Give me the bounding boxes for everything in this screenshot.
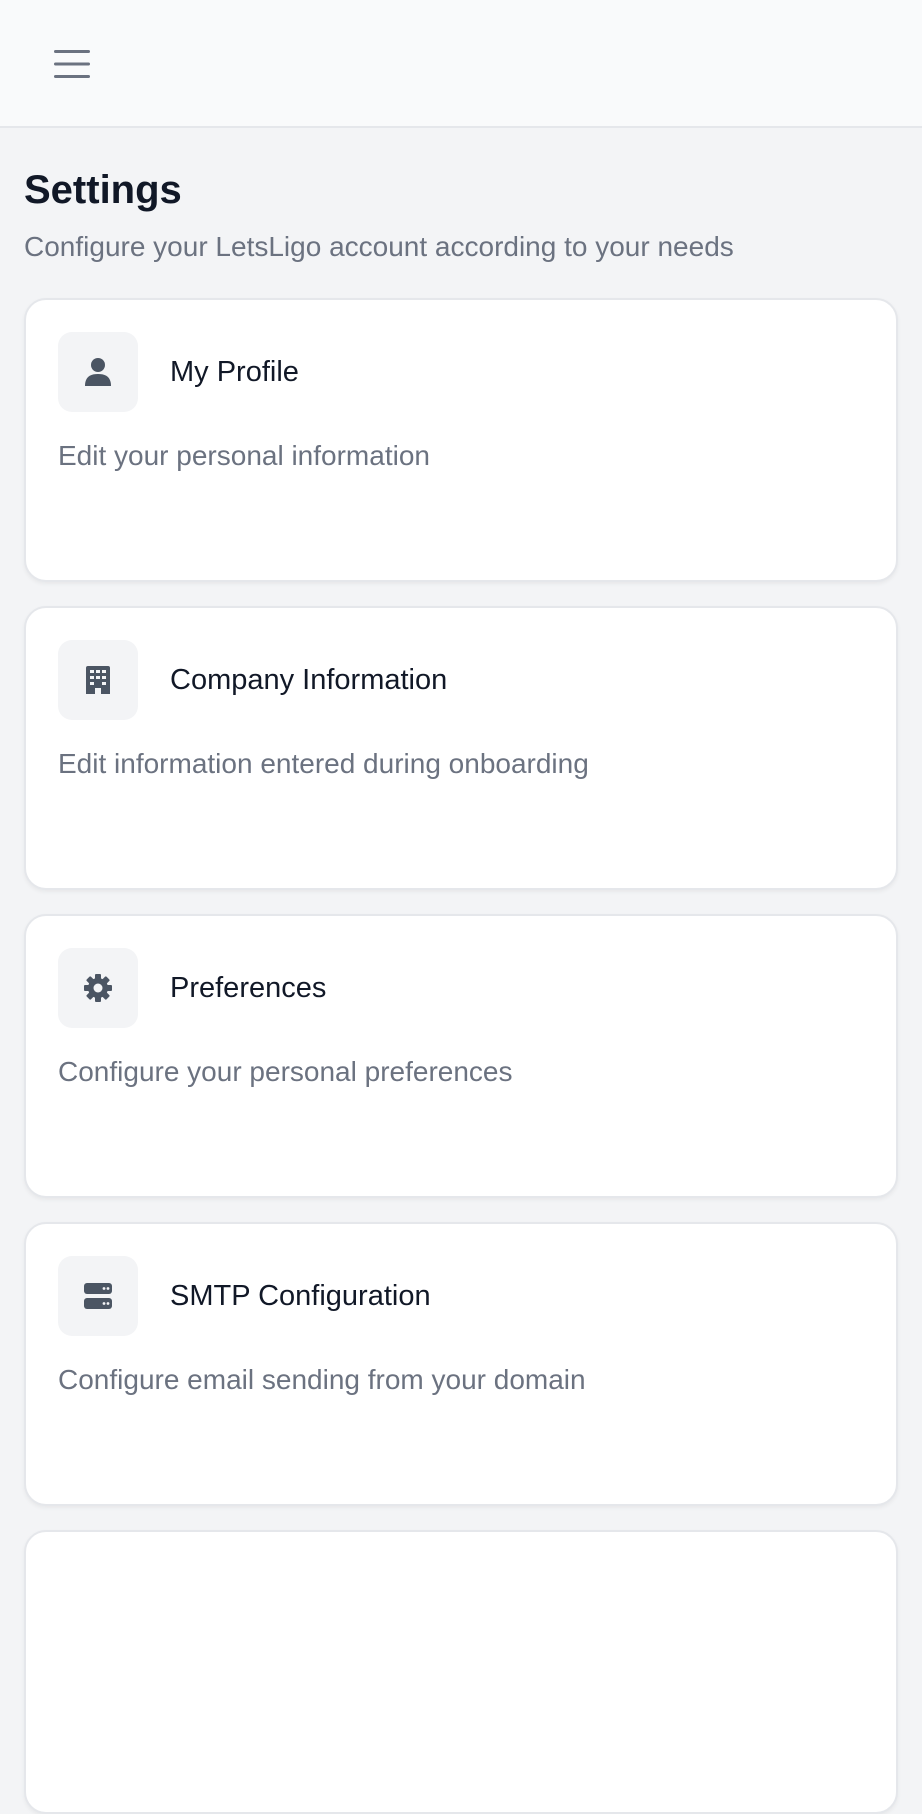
page-subtitle: Configure your LetsLigo account accordin… (24, 231, 734, 262)
card-description: Edit information entered during onboardi… (58, 748, 589, 779)
page-title: Settings (24, 168, 182, 212)
building-icon (86, 666, 110, 694)
card-icon-box (58, 1256, 138, 1336)
hamburger-menu-icon (54, 50, 90, 78)
settings-card-my-profile[interactable]: My Profile Edit your personal informatio… (24, 298, 898, 582)
card-icon-box (58, 640, 138, 720)
card-title: Company Information (170, 664, 448, 696)
card-title: SMTP Configuration (170, 1280, 431, 1312)
card-description: Configure email sending from your domain (58, 1364, 586, 1395)
card-description: Configure your personal preferences (58, 1056, 513, 1087)
settings-card-company-information[interactable]: Company Information Edit information ent… (24, 606, 898, 890)
settings-card-next[interactable] (24, 1530, 898, 1814)
settings-card-preferences[interactable]: Preferences Configure your personal pref… (24, 914, 898, 1198)
card-icon-box (58, 948, 138, 1028)
card-title: My Profile (170, 356, 299, 388)
user-icon (85, 358, 111, 386)
card-icon-box (58, 332, 138, 412)
gear-icon (84, 974, 112, 1002)
top-bar (0, 0, 922, 128)
card-description: Edit your personal information (58, 440, 430, 471)
settings-card-smtp-configuration[interactable]: SMTP Configuration Configure email sendi… (24, 1222, 898, 1506)
menu-button[interactable] (44, 38, 100, 90)
card-title: Preferences (170, 972, 327, 1004)
server-icon (84, 1283, 112, 1309)
